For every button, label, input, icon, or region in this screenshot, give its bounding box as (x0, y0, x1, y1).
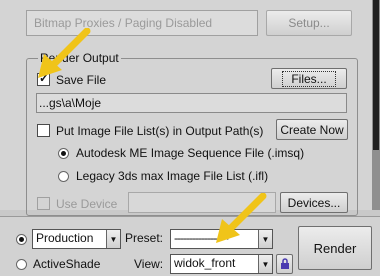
chevron-down-icon[interactable]: ▼ (106, 230, 120, 248)
files-button-label: Files... (282, 70, 336, 87)
view-select-value: widok_front (174, 256, 236, 270)
scrollbar-thumb[interactable] (373, 0, 379, 150)
render-button[interactable]: Render (298, 226, 372, 270)
put-image-list-checkbox[interactable] (37, 124, 50, 137)
setup-button[interactable]: Setup... (266, 10, 352, 36)
radio-autodesk-label: Autodesk ME Image Sequence File (.imsq) (76, 146, 305, 160)
radio-legacy-label: Legacy 3ds max Image File List (.ifl) (76, 169, 269, 183)
preset-label: Preset: (125, 231, 164, 245)
radio-autodesk-imsq[interactable] (58, 148, 69, 159)
annotation-arrow-icon (38, 28, 91, 78)
annotation-arrow-icon (216, 193, 267, 243)
put-image-list-label: Put Image File List(s) in Output Path(s) (56, 124, 264, 138)
lock-icon (280, 258, 289, 269)
files-button[interactable]: Files... (271, 68, 347, 89)
devices-button[interactable]: Devices... (280, 192, 348, 213)
radio-activeshade[interactable] (16, 259, 27, 270)
lock-view-button[interactable] (276, 254, 293, 274)
radio-legacy-ifl[interactable] (58, 171, 69, 182)
view-label: View: (134, 257, 164, 271)
radio-dot-icon (19, 237, 24, 242)
use-device-label: Use Device (56, 197, 118, 211)
use-device-checkbox[interactable] (37, 197, 50, 210)
activeshade-label: ActiveShade (33, 257, 101, 271)
view-select[interactable]: widok_front ▼ (170, 254, 273, 274)
output-path-value: ...gs\a\Moje (39, 96, 102, 110)
chevron-down-icon[interactable]: ▼ (258, 255, 272, 273)
radio-production[interactable] (16, 234, 27, 245)
production-select[interactable]: Production ▼ (32, 229, 121, 249)
create-now-button[interactable]: Create Now (276, 119, 348, 140)
radio-dot-icon (61, 151, 66, 156)
production-select-value: Production (36, 231, 94, 245)
